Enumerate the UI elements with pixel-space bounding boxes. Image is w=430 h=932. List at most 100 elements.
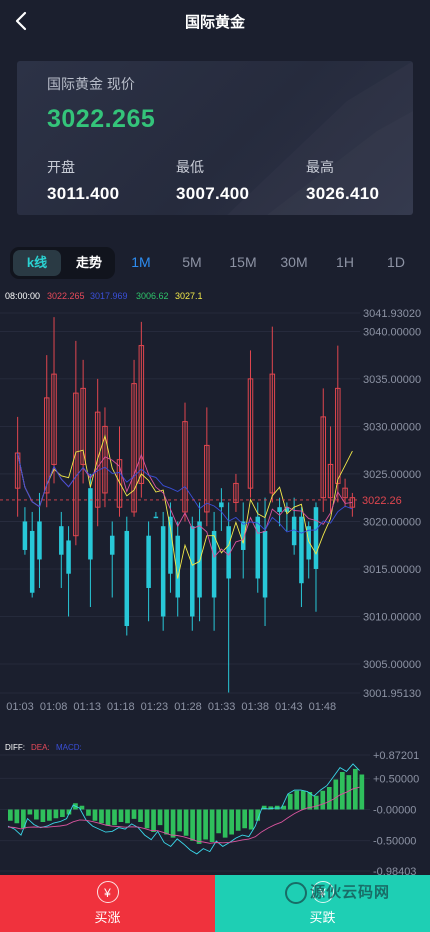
- candle-body: [124, 530, 130, 627]
- macd-bar: [196, 809, 202, 844]
- candle: [66, 526, 71, 617]
- legend-value-2: 3017.969: [90, 291, 128, 301]
- candle: [14, 416, 21, 517]
- macd-bar: [216, 809, 221, 834]
- price-tick-label: 3005.00000: [363, 659, 421, 671]
- candle: [109, 521, 115, 598]
- period-tab-1m[interactable]: 1M: [124, 254, 158, 270]
- macd-bar: [34, 809, 39, 820]
- tab-trend[interactable]: 走势: [65, 250, 113, 276]
- candle-body: [146, 535, 151, 588]
- period-tab-5m[interactable]: 5M: [175, 254, 209, 270]
- period-tab-15m[interactable]: 15M: [226, 254, 260, 270]
- period-tab-1h[interactable]: 1H: [328, 254, 362, 270]
- macd-bar: [183, 809, 189, 836]
- candle-body: [29, 530, 35, 593]
- candle-body: [153, 516, 159, 519]
- macd-bar: [151, 809, 156, 832]
- high-stat: 最高 3026.410: [306, 157, 379, 204]
- candle: [88, 473, 93, 607]
- macd-tick-label: -0.00000: [373, 804, 416, 816]
- candles: [14, 317, 356, 693]
- candle-body: [109, 535, 115, 555]
- macd-bar: [86, 809, 91, 816]
- macd-bar: [300, 790, 306, 810]
- legend-value-4: 3027.1: [175, 291, 203, 301]
- candle-body: [255, 516, 261, 579]
- macd-bar: [352, 768, 358, 810]
- macd-bar: [339, 772, 345, 810]
- legend-value-3: 3006.62: [136, 291, 169, 301]
- macd-bar: [177, 809, 182, 832]
- price-tick-label: 3025.00000: [363, 469, 421, 481]
- candle-body: [37, 521, 42, 560]
- buy-up-button[interactable]: ¥ 买涨: [0, 875, 215, 932]
- macd-bar: [157, 809, 163, 826]
- macd-bar: [125, 809, 130, 824]
- candle: [269, 326, 276, 503]
- macd-bar: [274, 805, 280, 810]
- moving-average-lines: 3022.26: [0, 434, 402, 579]
- price-tick-label: 3041.93020: [363, 308, 421, 320]
- macd-bar: [60, 809, 65, 817]
- time-tick-label: 01:18: [107, 701, 135, 713]
- buy-up-label: 买涨: [94, 910, 121, 925]
- kline-chart[interactable]: 08:00:00 3022.265 3017.969 3006.62 3027.…: [0, 285, 430, 875]
- macd-bar: [326, 786, 332, 810]
- time-tick-label: 01:38: [241, 701, 269, 713]
- candle: [247, 350, 254, 498]
- legend-value-1: 3022.265: [47, 291, 85, 301]
- time-tick-label: 01:13: [73, 701, 101, 713]
- candle: [299, 507, 304, 607]
- candle-body: [313, 507, 319, 569]
- macd-bar: [99, 809, 104, 824]
- candle: [204, 407, 210, 527]
- candle: [51, 317, 57, 484]
- macd-bar: [313, 795, 319, 810]
- macd-bar: [138, 809, 143, 822]
- price-tick-label: 3015.00000: [363, 564, 421, 576]
- candle: [327, 426, 334, 512]
- time-tick-label: 01:03: [6, 701, 34, 713]
- macd-legend-diff: DIFF:: [5, 743, 25, 752]
- candle: [146, 521, 151, 622]
- candle: [131, 359, 137, 517]
- candle: [59, 511, 64, 588]
- macd-bar: [27, 809, 33, 815]
- candle: [182, 402, 188, 522]
- open-stat: 开盘 3011.400: [47, 157, 119, 204]
- macd-bar: [164, 809, 169, 835]
- macd-bar: [53, 809, 59, 819]
- price-summary-card: 国际黄金 现价 3022.265 开盘 3011.400 最低 3007.400…: [17, 61, 413, 215]
- candle: [29, 511, 35, 598]
- candle: [233, 473, 239, 512]
- open-label: 开盘: [47, 159, 75, 175]
- candle: [138, 321, 145, 498]
- time-tick-label: 01:23: [141, 701, 169, 713]
- time-tick-label: 01:33: [208, 701, 236, 713]
- page-title: 国际黄金: [184, 14, 245, 31]
- last-price-label: 3022.26: [362, 495, 402, 507]
- time-tick-label: 01:08: [40, 701, 68, 713]
- macd-bar: [222, 809, 228, 838]
- macd-bar: [235, 809, 241, 831]
- candle: [190, 516, 195, 631]
- candle: [349, 492, 356, 517]
- candle: [219, 488, 224, 531]
- candle-body: [168, 516, 173, 574]
- tab-kline[interactable]: k线: [13, 250, 61, 276]
- current-price: 3022.265: [47, 105, 156, 133]
- period-tab-1d[interactable]: 1D: [379, 254, 413, 270]
- macd-bar: [112, 809, 117, 826]
- yen-icon: ¥: [96, 881, 119, 903]
- candle: [124, 516, 130, 636]
- low-value: 3007.400: [176, 184, 250, 203]
- macd-bar: [170, 809, 176, 838]
- macd-tick-label: +0.87201: [373, 750, 419, 762]
- buy-down-label: 买跌: [309, 910, 336, 925]
- price-tick-label: 3030.00000: [363, 421, 421, 433]
- macd-bar: [190, 809, 195, 841]
- period-tab-30m[interactable]: 30M: [277, 254, 311, 270]
- watermark-logo: [285, 882, 307, 904]
- candle-body: [197, 521, 202, 598]
